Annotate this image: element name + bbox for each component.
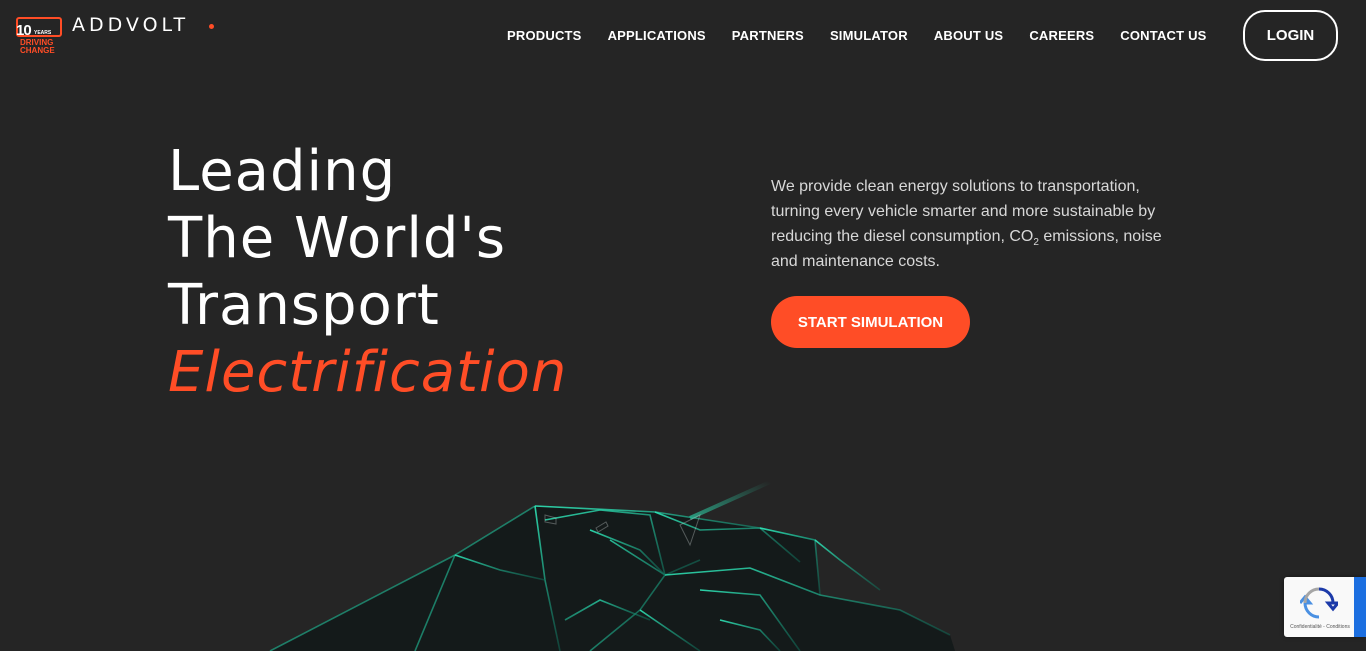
recaptcha-icon (1300, 587, 1338, 619)
brand-wordmark: ADDVOLT (72, 14, 190, 36)
ten-years-badge: 10 YEARS DRIVING CHANGE (16, 17, 62, 55)
nav-products[interactable]: PRODUCTS (494, 28, 595, 44)
nav-about-us[interactable]: ABOUT US (921, 28, 1017, 44)
headline-line-2: The World's (168, 206, 507, 271)
recaptcha-links: Confidentialité - Conditions (1290, 624, 1350, 630)
main-nav: PRODUCTS APPLICATIONS PARTNERS SIMULATOR… (494, 28, 1220, 44)
site-header: 10 YEARS DRIVING CHANGE ADDVOLT PRODUCTS… (0, 0, 1366, 72)
badge-line-2: CHANGE (20, 46, 55, 55)
nav-contact-us[interactable]: CONTACT US (1107, 28, 1219, 44)
login-button[interactable]: LOGIN (1243, 10, 1338, 61)
recaptcha-tab (1354, 577, 1366, 637)
badge-number: 10 (16, 22, 32, 39)
wordmark-dot (209, 24, 214, 29)
nav-simulator[interactable]: SIMULATOR (817, 28, 921, 44)
recaptcha-badge[interactable]: Confidentialité - Conditions (1284, 577, 1366, 637)
hero-description: We provide clean energy solutions to tra… (771, 174, 1181, 274)
badge-years: YEARS (34, 30, 52, 36)
nav-partners[interactable]: PARTNERS (719, 28, 817, 44)
hero-headline: Leading The World's Transport Electrific… (168, 138, 567, 406)
headline-line-1: Leading (168, 139, 397, 204)
headline-line-3: Transport (168, 273, 440, 338)
headline-accent: Electrification (168, 340, 568, 405)
start-simulation-button[interactable]: START SIMULATION (771, 296, 970, 348)
nav-careers[interactable]: CAREERS (1016, 28, 1107, 44)
nav-applications[interactable]: APPLICATIONS (595, 28, 719, 44)
truck-wireframe-illustration (269, 480, 955, 651)
